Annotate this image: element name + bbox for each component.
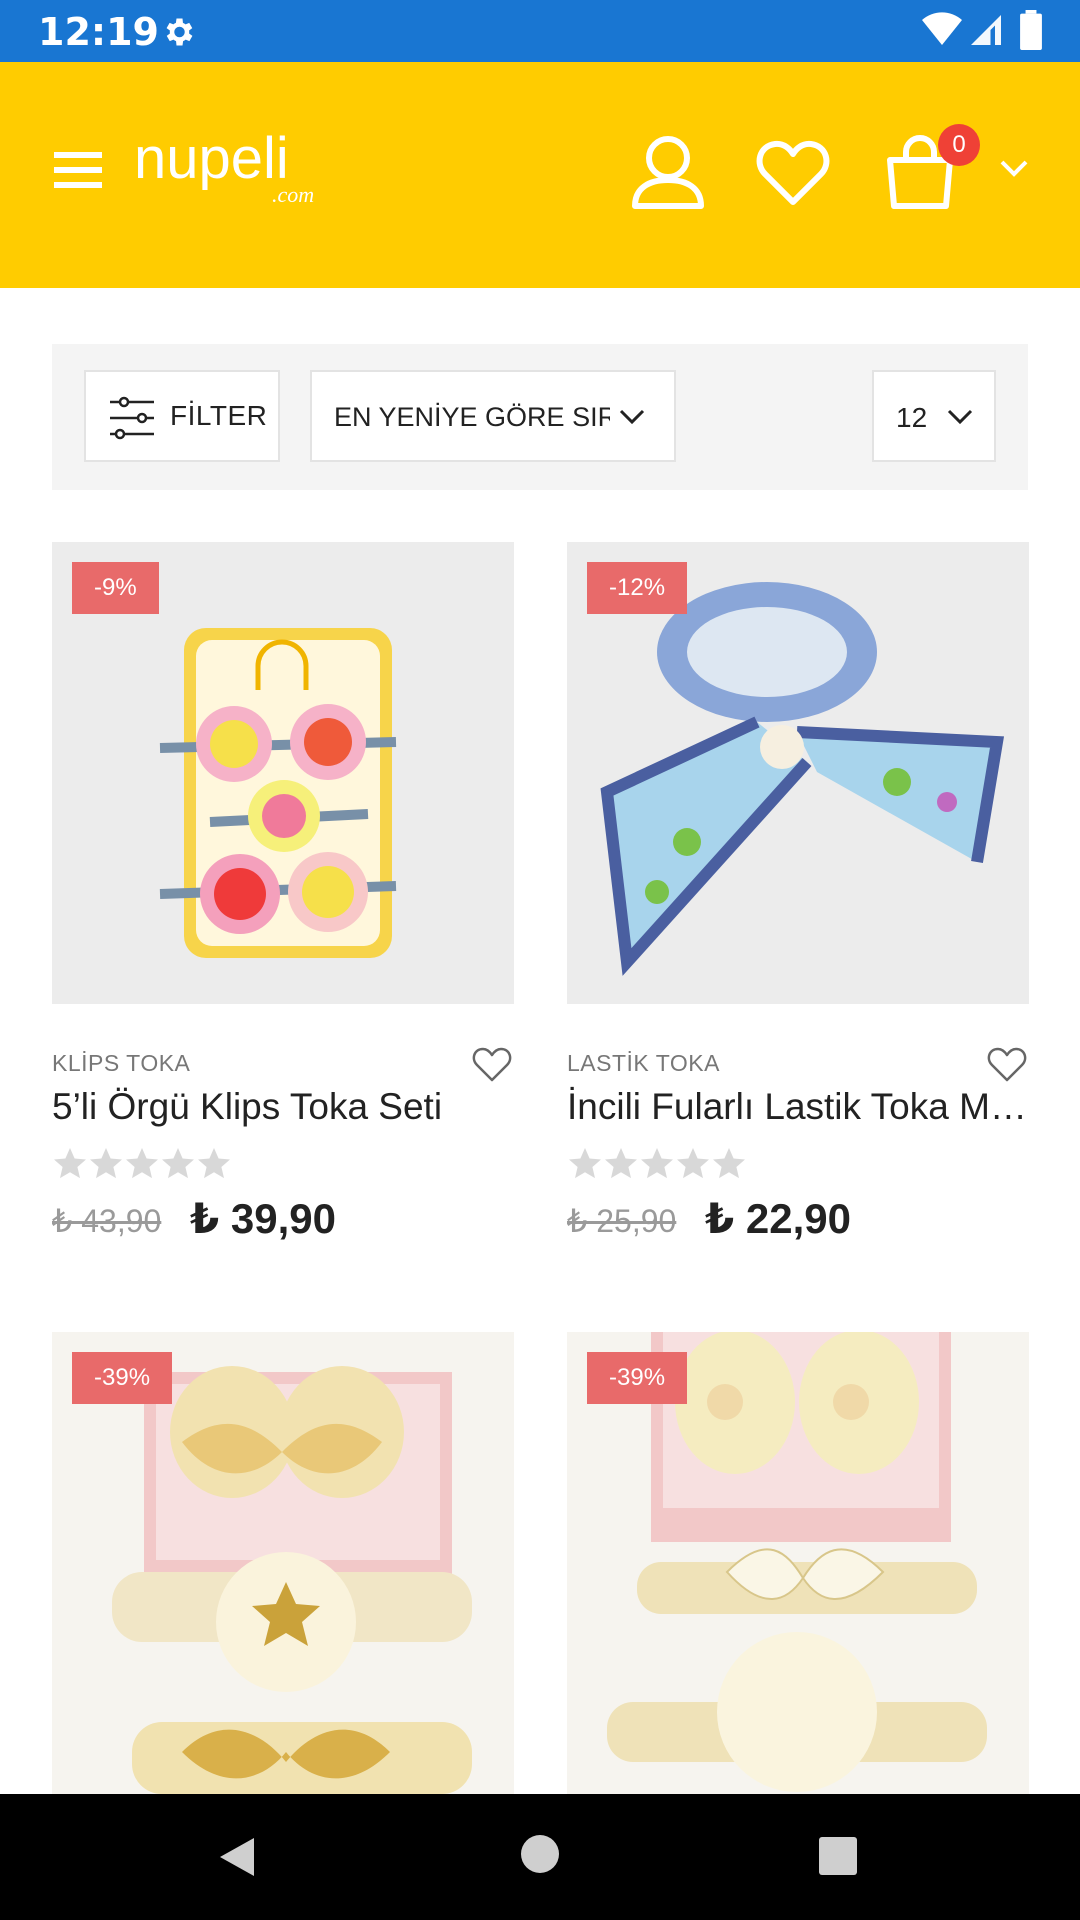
chevron-down-icon	[619, 409, 645, 425]
menu-icon[interactable]	[54, 150, 102, 190]
product-toolbar: FİLTER EN YENİYE GÖRE SIRALA 12	[52, 344, 1028, 490]
product-category[interactable]: LASTİK TOKA	[567, 1050, 720, 1077]
old-price: ₺ 25,90	[567, 1203, 677, 1239]
discount-badge: -12%	[587, 562, 688, 614]
system-nav-bar	[0, 1794, 1080, 1920]
heart-icon[interactable]	[472, 1046, 512, 1084]
gear-icon	[166, 18, 193, 46]
user-icon[interactable]	[630, 134, 706, 210]
home-icon[interactable]	[520, 1834, 560, 1874]
product-image[interactable]: -39%	[52, 1332, 514, 1794]
cart-count-badge: 0	[938, 124, 980, 166]
site-header: nupeli .com 0	[0, 62, 1080, 288]
wishlist-icon[interactable]	[756, 138, 830, 208]
product-category[interactable]: KLİPS TOKA	[52, 1050, 190, 1077]
product-image[interactable]: -9%	[52, 542, 514, 1004]
per-page-value: 12	[896, 402, 928, 433]
filter-icon	[110, 396, 154, 440]
signal-icon	[971, 15, 1001, 45]
logo-text: nupeli	[134, 130, 289, 191]
chevron-down-icon	[947, 409, 973, 425]
product-image[interactable]: -12%	[567, 542, 1029, 1004]
logo-suffix: .com	[272, 182, 314, 207]
logo[interactable]: nupeli .com	[134, 130, 354, 210]
sort-value: EN YENİYE GÖRE SIRALA	[334, 402, 610, 432]
back-icon[interactable]	[214, 1834, 260, 1880]
per-page-select[interactable]: 12	[872, 370, 996, 462]
wifi-icon	[922, 12, 962, 45]
old-price: ₺ 43,90	[52, 1203, 162, 1239]
product-title[interactable]: İncili Fularlı Lastik Toka Mavi	[567, 1086, 1029, 1128]
recent-apps-icon[interactable]	[818, 1836, 858, 1876]
product-title[interactable]: 5’li Örgü Klips Toka Seti	[52, 1086, 514, 1128]
product-image[interactable]: -39%	[567, 1332, 1029, 1794]
sale-price: ₺ 39,90	[190, 1195, 336, 1242]
rating-stars	[54, 1148, 230, 1179]
status-time: 12:19	[38, 10, 159, 54]
discount-badge: -9%	[72, 562, 159, 614]
sale-price: ₺ 22,90	[705, 1195, 851, 1242]
filter-button[interactable]: FİLTER	[84, 370, 280, 462]
battery-icon	[1020, 10, 1042, 50]
discount-badge: -39%	[587, 1352, 688, 1404]
chevron-down-icon[interactable]	[998, 156, 1030, 180]
discount-badge: -39%	[72, 1352, 173, 1404]
rating-stars	[569, 1148, 745, 1179]
sort-select[interactable]: EN YENİYE GÖRE SIRALA	[310, 370, 676, 462]
status-bar: 12:19	[0, 0, 1080, 62]
heart-icon[interactable]	[987, 1046, 1027, 1084]
filter-label: FİLTER	[170, 400, 268, 431]
